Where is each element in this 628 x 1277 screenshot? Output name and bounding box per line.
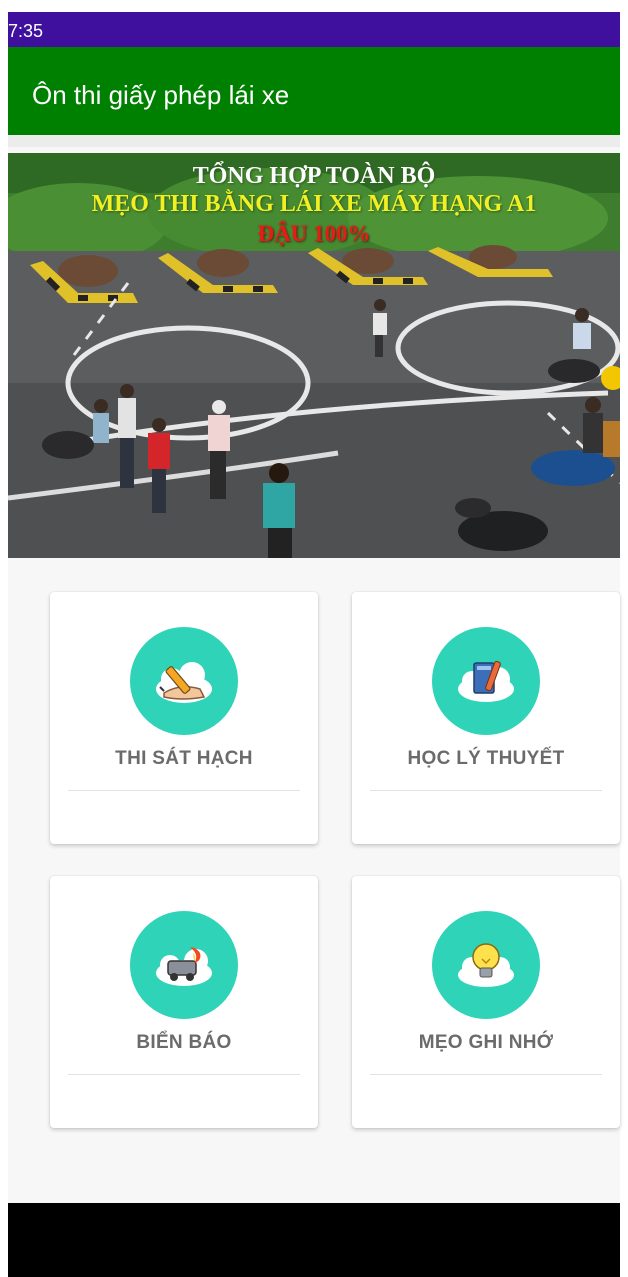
app-bar-shadow (8, 135, 620, 147)
menu-card-signs[interactable]: BIỂN BÁO (50, 876, 318, 1128)
menu-card-tips[interactable]: MẸO GHI NHỚ (352, 876, 620, 1128)
app-bar: Ôn thi giấy phép lái xe (8, 47, 620, 135)
pencil-hand-icon (130, 627, 238, 735)
status-time: 7:35 (8, 21, 44, 41)
card-label-exam: THI SÁT HẠCH (115, 748, 253, 769)
card-label-tips: MẸO GHI NHỚ (418, 1032, 554, 1053)
banner-headline: TỔNG HỢP TOÀN BỘ (192, 163, 436, 189)
app-title: Ôn thi giấy phép lái xe (32, 80, 290, 110)
banner-subheadline: MẸO THI BẰNG LÁI XE MÁY HẠNG A1 (91, 191, 537, 217)
menu-card-exam[interactable]: THI SÁT HẠCH (50, 592, 318, 844)
card-divider (370, 1074, 602, 1075)
lightbulb-icon (432, 911, 540, 1019)
banner-image: TỔNG HỢP TOÀN BỘ MẸO THI BẰNG LÁI XE MÁY… (8, 153, 620, 558)
card-label-theory: HỌC LÝ THUYẾT (407, 748, 565, 769)
book-pencil-icon (432, 627, 540, 735)
banner-tagline: ĐẬU 100% (257, 221, 371, 246)
status-bar: 7:35 (8, 12, 620, 47)
card-divider (68, 790, 300, 791)
navigation-bar (8, 1203, 620, 1277)
card-label-signs: BIỂN BÁO (136, 1032, 232, 1053)
car-crash-icon (130, 911, 238, 1019)
menu-card-theory[interactable]: HỌC LÝ THUYẾT (352, 592, 620, 844)
card-divider (68, 1074, 300, 1075)
card-divider (370, 790, 602, 791)
